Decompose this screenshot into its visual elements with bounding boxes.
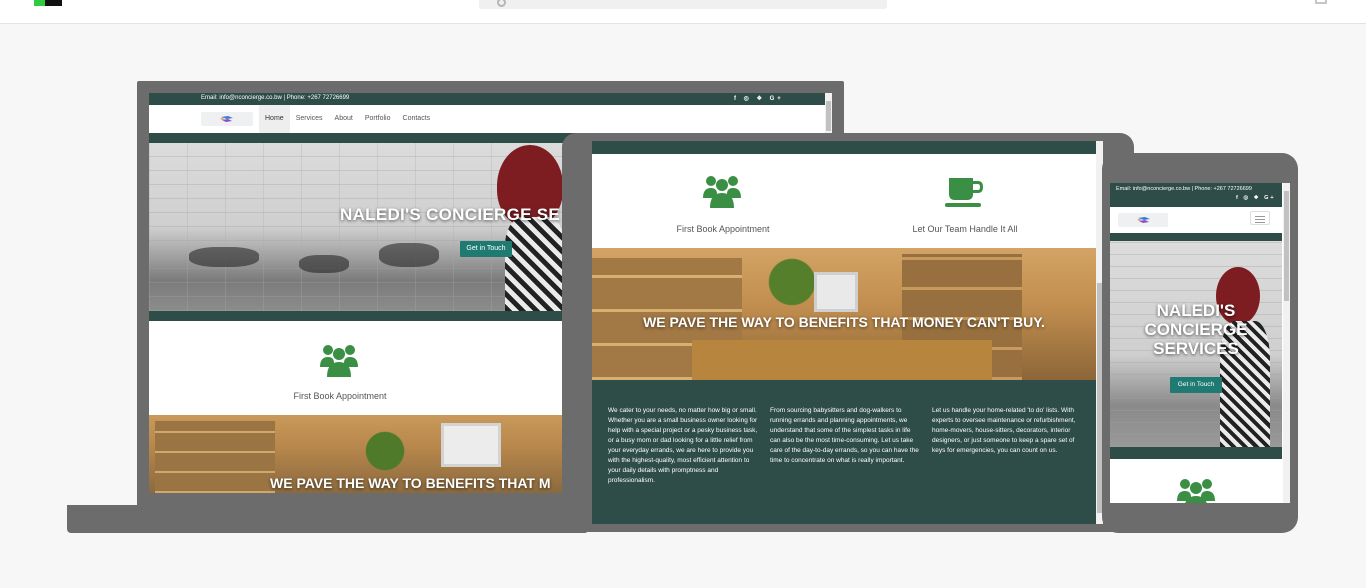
hamburger-line — [1255, 216, 1265, 217]
hero-photo-dress — [505, 217, 565, 311]
hero-band-top — [1110, 233, 1282, 241]
office-plant — [355, 415, 415, 475]
users-group-icon — [703, 176, 741, 208]
hamburger-menu-icon[interactable] — [1250, 211, 1270, 225]
office-shelf — [155, 421, 275, 493]
feature-section: First Book Appointment Let Our Team Hand… — [592, 154, 1096, 248]
hamburger-line — [1255, 222, 1265, 223]
office-monitor — [814, 272, 858, 312]
nav-portfolio[interactable]: Portfolio — [359, 105, 397, 133]
tablet-screen: First Book Appointment Let Our Team Hand… — [592, 141, 1103, 524]
office-banner: WE PAVE THE WAY TO BENEFITS THAT MONEY C… — [592, 248, 1096, 380]
search-icon — [497, 0, 506, 7]
contact-info-text: Email: info@nconcierge.co.bw | Phone: +2… — [1116, 186, 1252, 192]
hero-band-bottom — [592, 141, 1096, 154]
contact-info-bar: Email: info@nconcierge.co.bw | Phone: +2… — [1110, 183, 1282, 207]
hero-band-bottom — [1110, 447, 1282, 459]
scrollbar-thumb[interactable] — [1284, 191, 1289, 301]
scrollbar-thumb[interactable] — [826, 101, 831, 131]
site-logo[interactable] — [1118, 213, 1168, 227]
info-column-home: Let us handle your home-related 'to do' … — [932, 407, 1076, 454]
contact-info-bar: Email: info@nconcierge.co.bw | Phone: +2… — [149, 93, 825, 105]
office-monitor — [441, 423, 501, 467]
site-nav-menu: Home Services About Portfolio Contacts — [259, 105, 436, 133]
brand-logo-icon — [1137, 217, 1150, 223]
office-desk — [692, 340, 992, 380]
social-icons[interactable]: f ◎ ❖ G+ — [734, 95, 784, 102]
nav-services[interactable]: Services — [290, 105, 329, 133]
showcase-search-input[interactable] — [479, 0, 887, 9]
hamburger-line — [1255, 219, 1265, 220]
site-navbar — [1110, 207, 1282, 233]
info-column-errands: From sourcing babysitters and dog-walker… — [770, 407, 919, 464]
users-group-icon — [1177, 479, 1215, 503]
users-group-icon — [320, 345, 358, 377]
wall-smudge — [189, 247, 259, 267]
nav-about[interactable]: About — [329, 105, 359, 133]
site-navbar: Home Services About Portfolio Contacts — [149, 105, 825, 133]
showcase-top-bar — [0, 0, 1366, 24]
office-banner-title: WE PAVE THE WAY TO BENEFITS THAT MONEY C… — [643, 314, 1045, 330]
get-in-touch-button[interactable]: Get in Touch — [1170, 377, 1222, 393]
hero-title: NALEDI'S CONCIERGE SE — [340, 205, 561, 224]
showcase-logo[interactable] — [34, 0, 62, 6]
services-info-section: We cater to your needs, no matter how bi… — [592, 380, 1096, 524]
feature-label-book-appointment: First Book Appointment — [676, 224, 770, 234]
wall-smudge — [299, 255, 349, 273]
nav-contacts[interactable]: Contacts — [397, 105, 437, 133]
laptop-base — [67, 505, 587, 533]
hero-section: NALEDI'S CONCIERGE SERVICES Get in Touch — [1110, 241, 1282, 447]
nav-home[interactable]: Home — [259, 105, 290, 133]
feature-label-book-appointment: First Book Appointment — [293, 391, 387, 401]
menu-icon[interactable] — [1315, 0, 1327, 4]
get-in-touch-button[interactable]: Get in Touch — [460, 241, 512, 257]
wall-smudge — [379, 243, 439, 267]
hero-title: NALEDI'S CONCIERGE SERVICES — [1144, 301, 1248, 358]
office-banner-title: WE PAVE THE WAY TO BENEFITS THAT M — [270, 475, 551, 491]
info-column-needs: We cater to your needs, no matter how bi… — [608, 407, 758, 484]
coffee-cup-icon — [945, 178, 983, 207]
site-logo[interactable] — [201, 112, 253, 126]
brand-logo-icon — [220, 116, 233, 122]
contact-info-text: Email: info@nconcierge.co.bw | Phone: +2… — [201, 95, 350, 101]
phone-scrollbar[interactable] — [1283, 183, 1290, 503]
feature-label-team-handle: Let Our Team Handle It All — [912, 224, 1018, 234]
phone-screen: Email: info@nconcierge.co.bw | Phone: +2… — [1110, 183, 1290, 503]
social-icons[interactable]: f ◎ ❖ G+ — [1236, 195, 1276, 201]
